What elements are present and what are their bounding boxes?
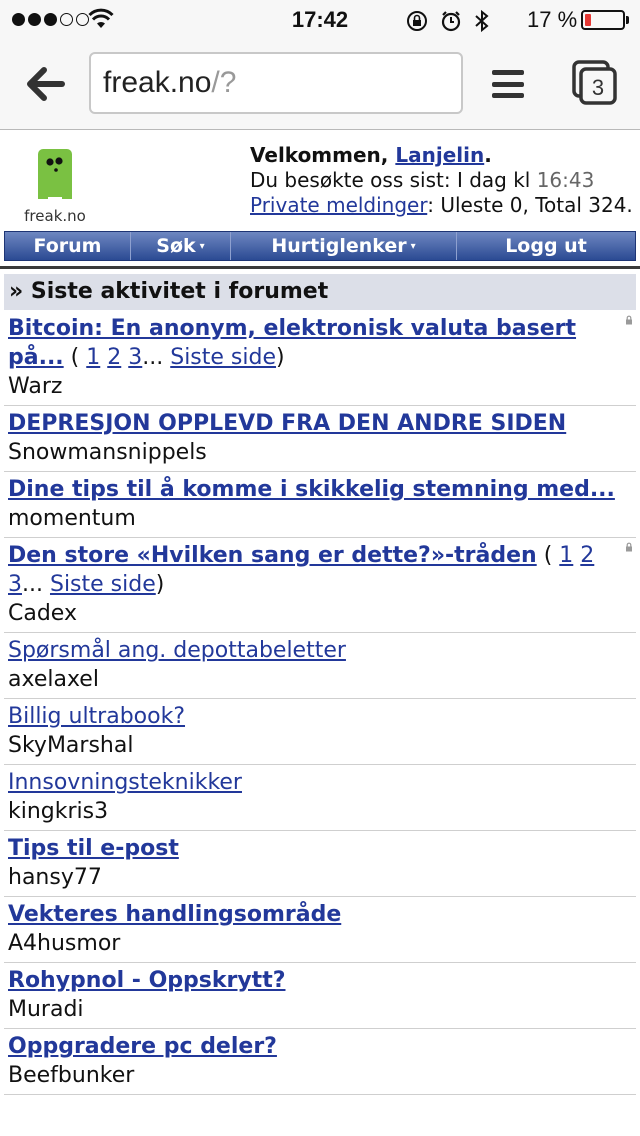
- nav-item-logg-ut[interactable]: Logg ut: [457, 232, 635, 260]
- welcome-suffix: .: [484, 143, 492, 167]
- orientation-lock-icon: [407, 11, 427, 31]
- page-link[interactable]: 1: [86, 345, 100, 370]
- thread-title-link[interactable]: DEPRESJON OPPLEVD FRA DEN ANDRE SIDEN: [8, 411, 566, 436]
- thread-item: Spørsmål ang. depottabeletter axelaxel: [4, 633, 636, 699]
- thread-item: Bitcoin: En anonym, elektronisk valuta b…: [4, 311, 636, 406]
- status-bar: 17:42 17 %: [0, 0, 640, 40]
- thread-title-link[interactable]: Innsovningsteknikker: [8, 770, 242, 795]
- section-title: » Siste aktivitet i forumet: [4, 274, 636, 310]
- thread-item: Billig ultrabook? SkyMarshal: [4, 699, 636, 765]
- bluetooth-icon: [475, 9, 489, 33]
- thread-author: Beefbunker: [8, 1063, 135, 1088]
- web-page: freak.no Velkommen, Lanjelin. Du besøkte…: [0, 131, 640, 1136]
- page-link[interactable]: 1: [559, 543, 573, 568]
- thread-author: Warz: [8, 374, 63, 399]
- logo-text: freak.no: [24, 207, 86, 225]
- last-visit-time: 16:43: [536, 168, 595, 192]
- thread-title-link[interactable]: Spørsmål ang. depottabeletter: [8, 638, 346, 663]
- username-link[interactable]: Lanjelin: [395, 143, 484, 167]
- thread-author: Cadex: [8, 601, 77, 626]
- back-arrow-icon[interactable]: [22, 62, 66, 106]
- thread-title-link[interactable]: Den store «Hvilken sang er dette?»-tråde…: [8, 543, 537, 568]
- thread-title-row: Spørsmål ang. depottabeletter: [8, 636, 632, 665]
- thread-title-row: Den store «Hvilken sang er dette?»-tråde…: [8, 541, 632, 599]
- page-links: ( 1 2 3... Siste side): [63, 345, 285, 370]
- thread-title-link[interactable]: Tips til e-post: [8, 836, 179, 861]
- thread-item: Rohypnol - Oppskrytt? Muradi: [4, 963, 636, 1029]
- thread-item: Dine tips til å komme i skikkelig stemni…: [4, 472, 636, 538]
- divider: [0, 266, 640, 269]
- private-messages-link[interactable]: Private meldinger: [250, 193, 427, 217]
- tabs-icon[interactable]: 3: [572, 60, 618, 106]
- page-link[interactable]: 3: [128, 345, 142, 370]
- battery-level: [585, 14, 592, 26]
- thread-item: DEPRESJON OPPLEVD FRA DEN ANDRE SIDEN Sno…: [4, 406, 636, 472]
- nav-label: Hurtiglenker: [271, 235, 407, 257]
- thread-item: Den store «Hvilken sang er dette?»-tråde…: [4, 538, 636, 633]
- nav-item-s-k[interactable]: Søk ▾: [131, 232, 231, 260]
- last-page-link[interactable]: Siste side: [50, 572, 156, 597]
- thread-title-row: Dine tips til å komme i skikkelig stemni…: [8, 475, 632, 504]
- thread-author: Muradi: [8, 997, 84, 1022]
- battery-tip: [626, 16, 629, 24]
- page-link[interactable]: 2: [580, 543, 594, 568]
- thread-title-row: Tips til e-post: [8, 834, 632, 863]
- caret-down-icon: ▾: [199, 240, 205, 252]
- url-host: freak.no: [103, 66, 212, 99]
- thread-title-link[interactable]: Vekteres handlingsområde: [8, 902, 341, 927]
- thread-title-link[interactable]: Billig ultrabook?: [8, 704, 185, 729]
- nav-label: Forum: [33, 235, 102, 257]
- page-link[interactable]: 2: [107, 345, 121, 370]
- thread-item: Innsovningsteknikker kingkris3: [4, 765, 636, 831]
- thread-title-row: Billig ultrabook?: [8, 702, 632, 731]
- nav-item-hurtiglenker[interactable]: Hurtiglenker ▾: [231, 232, 457, 260]
- tab-count: 3: [592, 75, 604, 100]
- page-link[interactable]: 3: [8, 572, 22, 597]
- welcome-prefix: Velkommen,: [250, 143, 396, 167]
- thread-author: axelaxel: [8, 667, 99, 692]
- thread-author: momentum: [8, 506, 136, 531]
- pm-status: : Uleste 0, Total 324.: [427, 193, 633, 217]
- thread-title-link[interactable]: Rohypnol - Oppskrytt?: [8, 968, 285, 993]
- site-logo[interactable]: freak.no: [22, 147, 88, 225]
- thread-list: Bitcoin: En anonym, elektronisk valuta b…: [4, 311, 636, 1095]
- nav-label: Søk: [156, 235, 196, 257]
- thread-author: kingkris3: [8, 799, 109, 824]
- thread-title-link[interactable]: Oppgradere pc deler?: [8, 1034, 277, 1059]
- thread-author: Snowmansnippels: [8, 440, 207, 465]
- last-page-link[interactable]: Siste side: [170, 345, 276, 370]
- nav-label: Logg ut: [505, 235, 587, 257]
- thread-author: hansy77: [8, 865, 102, 890]
- alarm-icon: [441, 11, 461, 32]
- browser-toolbar: freak.no/? 3: [0, 40, 640, 130]
- thread-author: SkyMarshal: [8, 733, 134, 758]
- thread-title-row: Vekteres handlingsområde: [8, 900, 632, 929]
- thread-item: Vekteres handlingsområde A4husmor: [4, 897, 636, 963]
- lock-icon: [626, 542, 632, 552]
- menu-icon[interactable]: [492, 70, 524, 98]
- caret-down-icon: ▾: [410, 240, 416, 252]
- lock-icon: [626, 315, 632, 325]
- thread-item: Oppgradere pc deler? Beefbunker: [4, 1029, 636, 1095]
- url-bar[interactable]: freak.no/?: [89, 52, 463, 114]
- url-path: /?: [211, 66, 237, 99]
- battery-percentage: 17 %: [527, 7, 578, 32]
- last-visit-label: Du besøkte oss sist: I dag kl: [250, 168, 537, 192]
- thread-item: Tips til e-post hansy77: [4, 831, 636, 897]
- thread-author: A4husmor: [8, 931, 121, 956]
- site-header: freak.no Velkommen, Lanjelin. Du besøkte…: [0, 131, 640, 231]
- freak-mascot-icon: [38, 149, 72, 199]
- thread-title-row: Bitcoin: En anonym, elektronisk valuta b…: [8, 314, 632, 372]
- nav-item-forum[interactable]: Forum: [5, 232, 131, 260]
- thread-title-row: Rohypnol - Oppskrytt?: [8, 966, 632, 995]
- main-nav: Forum Søk ▾ Hurtiglenker ▾ Logg ut: [4, 231, 636, 261]
- thread-title-row: Oppgradere pc deler?: [8, 1032, 632, 1061]
- welcome-box: Velkommen, Lanjelin. Du besøkte oss sist…: [250, 143, 633, 218]
- thread-title-link[interactable]: Dine tips til å komme i skikkelig stemni…: [8, 477, 615, 502]
- thread-title-row: DEPRESJON OPPLEVD FRA DEN ANDRE SIDEN: [8, 409, 632, 438]
- battery-icon: [581, 10, 625, 30]
- thread-title-row: Innsovningsteknikker: [8, 768, 632, 797]
